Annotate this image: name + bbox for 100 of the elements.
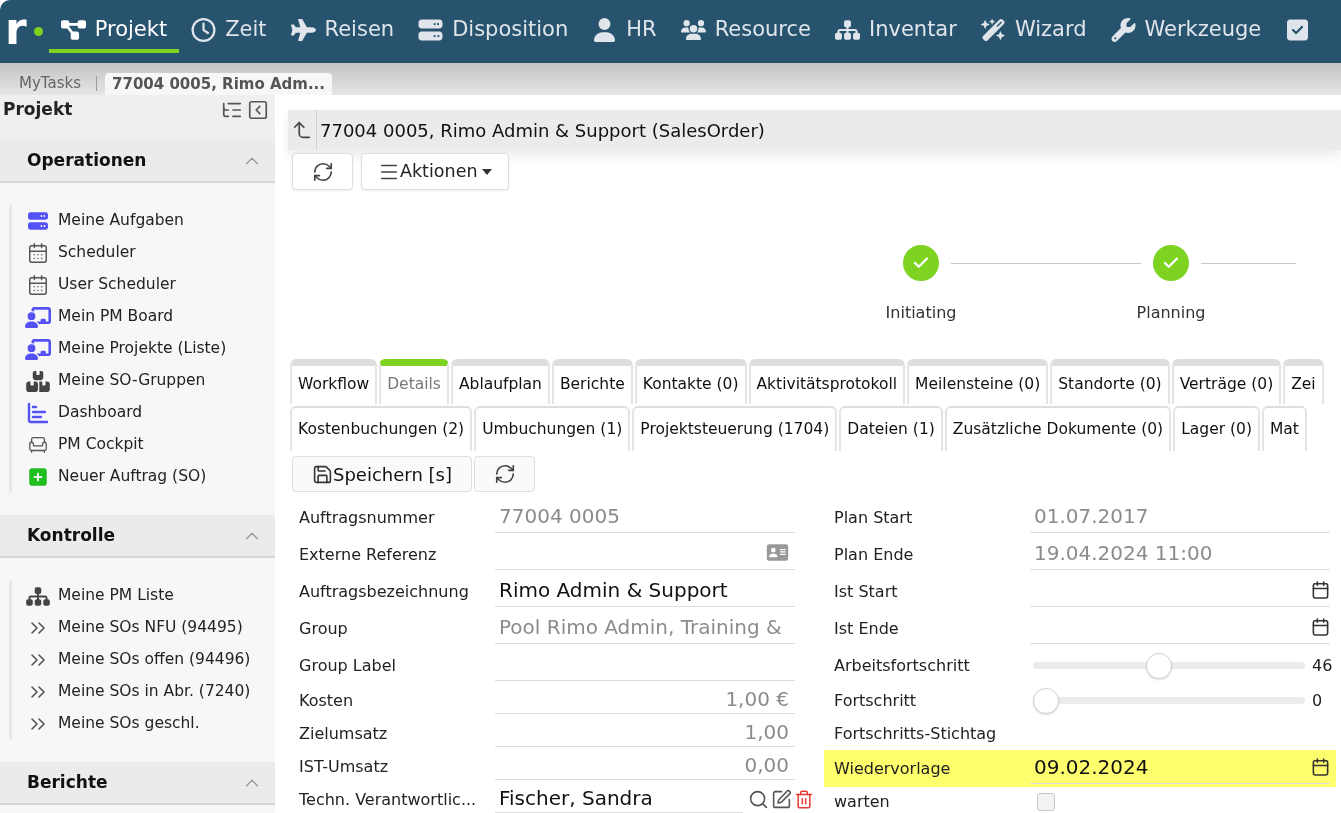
nav-tab[interactable]: Werkzeuge [1098,11,1274,53]
tab[interactable]: Kostenbuchungen (2) [290,406,473,451]
sidebar-link[interactable]: PM Cockpit [12,429,275,461]
nav-tab[interactable]: Zeit [179,11,279,53]
calendar-icon [26,242,49,264]
text-field[interactable]: Rimo Admin & Support [495,573,795,607]
sidebar-link[interactable]: Mein PM Board [12,301,275,333]
chair-icon [26,434,49,456]
tab[interactable]: Ablaufplan [450,359,550,404]
section-header[interactable]: Berichte [0,762,275,805]
sidebar-link[interactable]: Meine SO-Gruppen [12,365,275,397]
sitemap-icon [24,585,51,607]
field-label: warten [833,791,891,813]
nav-tab[interactable]: Resource [668,11,823,53]
search-icon[interactable] [748,789,769,810]
sidebar-link[interactable]: Meine SOs offen (94496) [12,644,275,676]
nav-tab[interactable]: Projekt [48,11,180,53]
sidebar-title: Projekt [3,98,73,121]
field-label: Kosten [298,689,355,712]
field-label: Ist Start [833,580,899,603]
field-label: Fortschritt [833,689,918,712]
field-label: Wiedervorlage [833,757,952,780]
date-field[interactable]: 09.02.2024 [1030,750,1330,784]
record-title: 77004 0005, Rimo Admin & Support (SalesOrder) [319,118,765,143]
tab[interactable]: Mat [1261,406,1307,451]
lookup-field[interactable]: Fischer, Sandra [495,783,743,813]
nav-tab[interactable]: Disposition [406,11,581,53]
slider-value: 46 [1312,654,1333,677]
wrench-icon [1110,18,1136,42]
sidebar-link[interactable]: Meine SOs geschl. [12,708,275,740]
field-label: Auftragsnummer [298,506,436,529]
section-header[interactable]: Kontrolle [0,515,275,558]
presentation-board-icon [24,306,51,328]
sidebar-link[interactable]: Neuer Auftrag (SO) [12,461,275,493]
field-label: Techn. Verantwortlic... [298,788,478,811]
actions-menu-button[interactable]: Aktionen [361,153,509,190]
users-icon [680,18,706,42]
calendar-icon[interactable] [1311,579,1330,600]
field-label: Auftragsbezeichnung [298,580,470,603]
field-label: Arbeitsfortschritt [833,654,971,677]
sitemap-icon [834,18,860,42]
field-label: Externe Referenz [298,543,438,566]
logo[interactable]: r [5,6,27,51]
calendar-icon[interactable] [1311,616,1330,637]
tab[interactable]: Details [379,359,449,404]
contact-card-icon[interactable] [766,543,789,562]
field-label: Plan Start [833,506,914,529]
tab[interactable]: Kontakte (0) [634,359,747,404]
sidebar-link[interactable]: Dashboard [12,397,275,429]
nav-tab[interactable]: HR [580,11,669,53]
tab[interactable]: Dateien (1) [839,406,943,451]
field-label: Group [298,617,349,640]
delete-icon[interactable] [794,789,814,810]
presentation-board-icon [24,338,51,360]
checkbox[interactable] [1037,793,1055,811]
sidebar-link[interactable]: Scheduler [12,237,275,269]
boxes-icon [25,370,50,392]
caret-icon [481,168,492,175]
breadcrumb-tab[interactable]: MyTasks [12,72,88,94]
sidebar-link[interactable]: Meine Projekte (Liste) [12,333,275,365]
sidebar-link[interactable]: Meine SOs NFU (94495) [12,612,275,644]
tab[interactable]: Projektsteuerung (1704) [632,406,838,451]
field-label: Fortschritts-Stichtag [833,722,998,745]
tab[interactable]: Zusätzliche Dokumente (0) [944,406,1172,451]
nav-tab[interactable]: Wizard [968,11,1099,53]
tab[interactable]: Workflow [290,359,378,404]
tab[interactable]: Verträge (0) [1171,359,1282,404]
section-header[interactable]: Operationen [0,140,275,183]
field-label: IST-Umsatz [298,755,390,778]
edit-icon[interactable] [771,789,792,810]
nav-tab[interactable]: Inventar [822,11,969,53]
sidebar-link[interactable]: Meine Aufgaben [12,205,275,237]
calendar-icon[interactable] [1311,756,1330,777]
field-label: Zielumsatz [298,722,389,745]
save-button[interactable]: Speichern [s] [292,456,472,492]
calendar-icon [26,274,49,296]
tab[interactable]: Zei [1283,359,1324,404]
tab[interactable]: Berichte [551,359,633,404]
tab[interactable]: Standorte (0) [1050,359,1170,404]
server-icon [25,211,50,231]
bar-chart-icon [25,401,50,425]
tab[interactable]: Meilensteine (0) [907,359,1049,404]
slider-thumb[interactable] [1033,687,1059,714]
sidebar-link[interactable]: User Scheduler [12,269,275,301]
refresh-icon [493,463,516,485]
slider-thumb[interactable] [1146,652,1173,679]
sidebar-link[interactable]: Meine PM Liste [12,580,275,612]
tab[interactable]: Umbuchungen (1) [474,406,631,451]
tab[interactable]: Lager (0) [1173,406,1260,451]
reload-button[interactable] [474,456,535,492]
refresh-button[interactable] [292,153,353,190]
sidebar-link[interactable]: Meine SOs in Abr. (7240) [12,676,275,708]
collapse-sidebar-icon[interactable] [247,99,269,121]
checkbox-icon [1285,18,1311,42]
breadcrumb-tab[interactable]: 77004 0005, Rimo Adm... [105,73,332,95]
step-label: Initiating [885,302,957,324]
step-label: Planning [1136,302,1206,324]
nav-tab[interactable]: Reisen [278,11,407,53]
tab[interactable]: Aktivitätsprotokoll [748,359,906,404]
server-icon [418,18,444,42]
